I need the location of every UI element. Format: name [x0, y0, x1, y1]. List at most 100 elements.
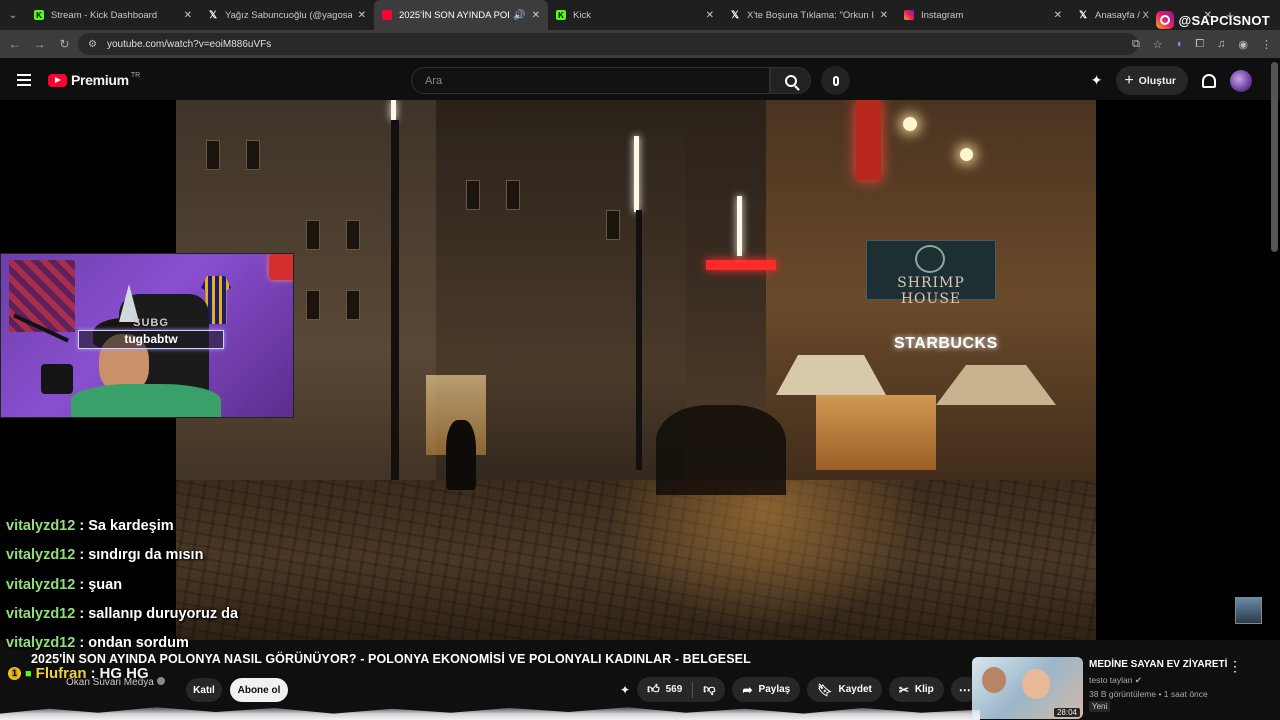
browser-address-bar: ← → ↻ ⚙ youtube.com/watch?v=eoiM886uVFs … — [0, 30, 1280, 58]
shrimp-house-text: SHRIMP HOUSE — [897, 275, 965, 307]
chat-text: HG HG — [99, 665, 149, 682]
speaker-icon[interactable]: 🔊 — [513, 10, 525, 21]
hamburger-menu-icon[interactable] — [17, 74, 31, 86]
share-icon: ➦ — [742, 682, 753, 697]
extension-icon[interactable]: ◖ — [1176, 38, 1183, 50]
instagram-icon — [904, 10, 914, 20]
close-icon[interactable]: ✕ — [706, 10, 714, 21]
microphone-icon — [832, 75, 839, 86]
save-button[interactable]: 🔖︎ Kaydet — [807, 677, 882, 702]
tab-x-post[interactable]: 𝕏 X'te Boşuna Tıklama: "Orkun Iş ✕ — [722, 0, 896, 30]
browser-tab-bar: ⌄ K Stream - Kick Dashboard ✕ 𝕏 Yağız Sa… — [0, 0, 1280, 30]
gemini-spark-icon[interactable]: ✦ — [1091, 72, 1103, 89]
bookmark-star-icon[interactable]: ☆ — [1153, 38, 1163, 51]
recommended-video-thumbnail[interactable]: 28:04 — [972, 657, 1083, 719]
scene-window — [346, 220, 360, 250]
tab-youtube-video[interactable]: 2025'İN SON AYINDA POLO 🔊 ✕ — [374, 0, 548, 30]
scene-window — [246, 140, 260, 170]
chat-message: vitalyzd12 : sallanıp duruyoruz da — [6, 606, 426, 635]
like-dislike-group: 👍︎ 569 👎︎ — [637, 677, 726, 702]
forward-icon[interactable]: → — [27, 37, 52, 51]
page-scrollbar[interactable] — [1271, 62, 1278, 252]
kebab-menu-icon[interactable]: ⋮ — [1228, 658, 1242, 675]
clip-button[interactable]: ✂ Klip — [888, 677, 944, 702]
stream-chat-overlay: vitalyzd12 : Sa kardeşim vitalyzd12 : sı… — [6, 518, 426, 664]
chat-text: sındırgı da mısın — [88, 547, 204, 564]
back-icon[interactable]: ← — [2, 37, 27, 51]
youtube-header: Premium TR Ara ✦ + Oluştur — [0, 60, 1280, 100]
bookmark-icon: 🔖︎ — [817, 682, 833, 697]
media-control-icon[interactable]: ♫ — [1217, 38, 1225, 50]
search-placeholder: Ara — [425, 74, 443, 87]
tab-instagram[interactable]: Instagram ✕ — [896, 0, 1070, 30]
x-icon: 𝕏 — [208, 9, 218, 21]
close-icon[interactable]: ✕ — [532, 10, 540, 21]
scene-street-light — [391, 100, 396, 120]
join-button[interactable]: Katıl — [186, 678, 222, 702]
close-icon[interactable]: ✕ — [880, 10, 888, 21]
profile-icon[interactable]: ◉ — [1238, 38, 1248, 51]
scene-window — [306, 220, 320, 250]
chat-text: ondan sordum — [88, 635, 189, 652]
recommended-video-title[interactable]: MEDİNE SAYAN EV ZİYARETİ — [1089, 659, 1227, 670]
chat-username: Flufran — [35, 665, 87, 682]
subscribe-button[interactable]: Abone ol — [230, 678, 288, 702]
scene-neon-sign — [706, 260, 776, 270]
video-actions: ✦ 👍︎ 569 👎︎ ➦ Paylaş 🔖︎ Kaydet ✂ Klip ⋯ — [620, 677, 979, 702]
toolbar-icons: ⧉ ☆ ◖ ⧠ ♫ ◉ ⋮ — [1132, 30, 1272, 58]
tab-kick[interactable]: K Kick ✕ — [548, 0, 722, 30]
account-avatar[interactable] — [1230, 69, 1252, 92]
scene-pedestrians — [656, 405, 786, 495]
scene-window — [506, 180, 520, 210]
subscriber-alert: SUBG tugbabtw — [78, 317, 224, 351]
chat-sub-badge-icon: ■ — [25, 667, 32, 680]
scene-pole — [636, 210, 642, 470]
site-info-icon[interactable]: ⚙ — [88, 39, 97, 50]
youtube-icon — [382, 10, 392, 20]
tab-x-profile[interactable]: 𝕏 Yağız Sabuncuoğlu (@yagosab ✕ — [200, 0, 374, 30]
reload-icon[interactable]: ↻ — [52, 37, 77, 51]
chat-separator: : — [90, 665, 96, 682]
more-horizontal-icon: ⋯ — [958, 682, 971, 697]
close-icon[interactable]: ✕ — [184, 10, 192, 21]
x-icon: 𝕏 — [1078, 9, 1088, 21]
chat-separator: : — [75, 518, 89, 534]
kick-icon: K — [34, 10, 44, 20]
scene-pedestrian — [446, 420, 476, 490]
install-app-icon[interactable]: ⧉ — [1132, 38, 1140, 51]
chat-username: vitalyzd12 — [6, 605, 76, 622]
close-icon[interactable]: ✕ — [1054, 10, 1062, 21]
clip-label: Klip — [914, 684, 934, 695]
sub-alert-title: SUBG — [133, 317, 169, 329]
voice-search-button[interactable] — [821, 66, 850, 95]
search-icon — [784, 74, 797, 87]
notifications-bell-icon[interactable] — [1202, 73, 1216, 88]
close-icon[interactable]: ✕ — [358, 10, 366, 21]
search-button[interactable] — [770, 67, 811, 94]
puzzle-icon[interactable]: ⧠ — [1195, 38, 1204, 51]
tab-kick-dashboard[interactable]: K Stream - Kick Dashboard ✕ — [26, 0, 200, 30]
share-button[interactable]: ➦ Paylaş — [732, 677, 801, 702]
youtube-play-icon — [48, 73, 67, 87]
tab-search-dropdown-icon[interactable]: ⌄ — [0, 0, 26, 30]
chat-separator: : — [75, 605, 89, 622]
chat-username: vitalyzd12 — [6, 576, 76, 593]
tab-strip: K Stream - Kick Dashboard ✕ 𝕏 Yağız Sabu… — [26, 0, 1220, 30]
create-button[interactable]: + Oluştur — [1116, 66, 1188, 95]
dislike-button[interactable]: 👎︎ — [693, 682, 725, 697]
url-field[interactable]: ⚙ youtube.com/watch?v=eoiM886uVFs — [78, 33, 1138, 55]
thumbs-down-icon: 👎︎ — [703, 682, 716, 696]
search-input[interactable]: Ara — [411, 67, 770, 94]
gift-icon — [269, 254, 293, 280]
like-button[interactable]: 👍︎ 569 — [637, 682, 692, 697]
ask-gemini-icon[interactable]: ✦ — [620, 683, 630, 697]
thumbs-up-icon: 👍︎ — [647, 682, 660, 696]
recommended-channel[interactable]: testo taylan ✔ — [1089, 675, 1142, 686]
wall-rug — [9, 260, 75, 332]
video-duration: 28:04 — [1053, 708, 1080, 717]
youtube-premium-logo[interactable]: Premium TR — [48, 72, 140, 88]
scene-starbucks-sign: STARBUCKS — [894, 335, 998, 352]
kebab-menu-icon[interactable]: ⋮ — [1261, 38, 1272, 51]
scene-lamp — [960, 148, 973, 161]
player-corner-avatar[interactable] — [1235, 597, 1262, 624]
